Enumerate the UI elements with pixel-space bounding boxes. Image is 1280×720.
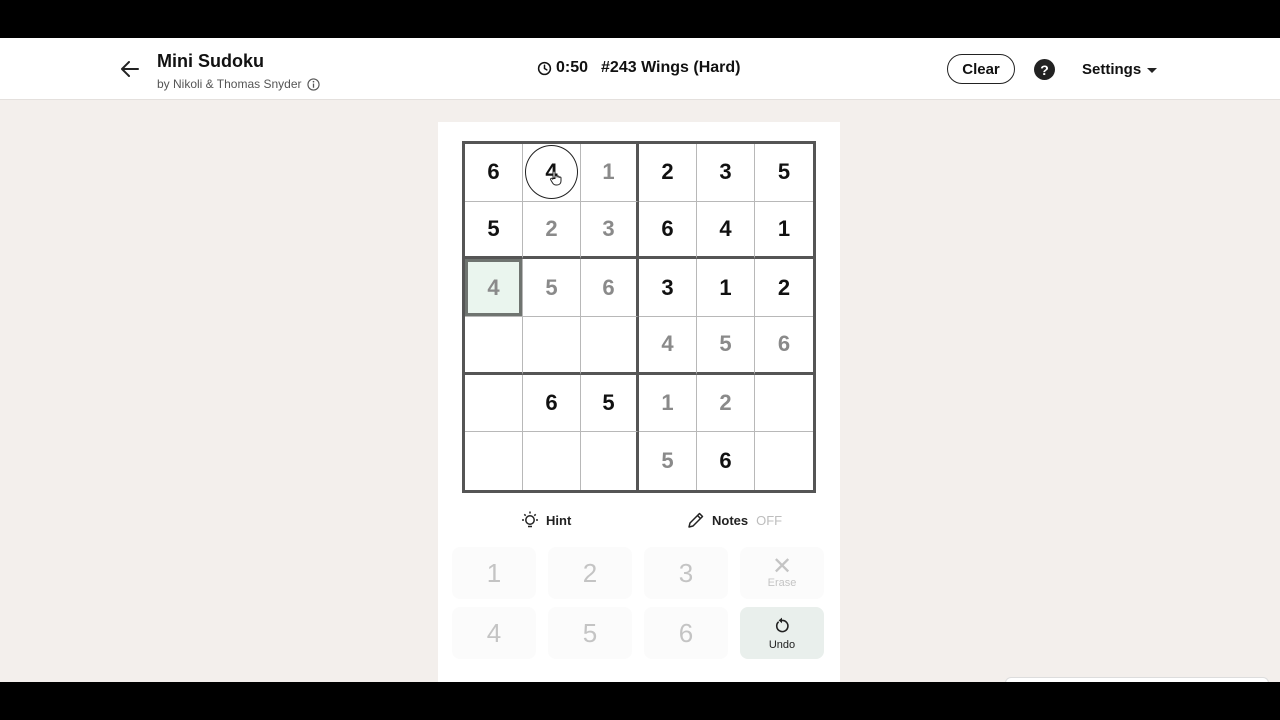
grid-cell-r5c2[interactable]: 6 xyxy=(523,374,581,433)
number-keypad: 1 2 3 ✕ Erase 4 5 6 Undo xyxy=(452,547,826,659)
grid-cell-r2c3[interactable]: 3 xyxy=(581,201,639,260)
grid-cell-r3c3[interactable]: 6 xyxy=(581,259,639,317)
timer: 0:50 xyxy=(556,59,589,76)
grid-cell-r5c5[interactable]: 2 xyxy=(697,374,755,433)
byline-text: by Nikoli & Thomas Snyder xyxy=(157,77,302,91)
grid-cell-r4c4[interactable]: 4 xyxy=(639,317,697,375)
key-3[interactable]: 3 xyxy=(644,547,728,599)
grid-cell-r1c2[interactable]: 4 xyxy=(523,144,581,202)
app: Mini Sudoku by Nikoli & Thomas Snyder 0:… xyxy=(0,38,1280,682)
page-title: Mini Sudoku xyxy=(157,51,264,71)
grid-cell-r3c2[interactable]: 5 xyxy=(523,259,581,317)
hand-pointer-icon xyxy=(550,170,562,186)
notes-state: OFF xyxy=(756,512,783,528)
grid-cell-r1c1[interactable]: 6 xyxy=(465,144,523,202)
key-5[interactable]: 5 xyxy=(548,607,632,659)
grid-cell-r4c2[interactable] xyxy=(523,317,581,375)
grid-cell-r3c4[interactable]: 3 xyxy=(639,259,697,317)
grid-cell-r5c3[interactable]: 5 xyxy=(581,374,639,433)
grid-cell-r4c5[interactable]: 5 xyxy=(697,317,755,375)
grid-cell-r6c4[interactable]: 5 xyxy=(639,432,697,490)
grid-cell-r5c6[interactable] xyxy=(755,375,813,433)
clock-icon xyxy=(537,61,552,75)
help-icon[interactable]: ? xyxy=(1034,59,1055,80)
notes-toggle[interactable]: Notes OFF xyxy=(686,510,782,530)
caret-down-icon xyxy=(1147,67,1158,73)
hint-button[interactable]: Hint xyxy=(520,510,571,530)
grid-cell-r4c1[interactable] xyxy=(465,317,523,375)
clear-button[interactable]: Clear xyxy=(947,54,1015,84)
notes-label: Notes xyxy=(712,512,749,528)
game-panel: 641235523641456312456651256 Hint Notes O… xyxy=(438,122,840,682)
erase-label: Erase xyxy=(767,577,797,589)
key-2[interactable]: 2 xyxy=(548,547,632,599)
settings-label: Settings xyxy=(1082,61,1142,78)
puzzle-name: #243 Wings (Hard) xyxy=(601,59,741,76)
key-4[interactable]: 4 xyxy=(452,607,536,659)
top-letterbox xyxy=(0,0,1280,38)
grid-cell-r4c6[interactable]: 6 xyxy=(755,317,813,375)
hint-label: Hint xyxy=(546,512,572,528)
grid-cell-r6c2[interactable] xyxy=(523,432,581,490)
grid-cell-r4c3[interactable] xyxy=(581,317,639,375)
grid-cell-r2c1[interactable]: 5 xyxy=(465,201,523,260)
pencil-icon xyxy=(688,512,704,528)
grid-cell-r6c1[interactable] xyxy=(465,432,523,490)
info-icon[interactable] xyxy=(306,77,320,91)
grid-cell-r3c5[interactable]: 1 xyxy=(697,259,755,317)
undo-label: Undo xyxy=(768,638,796,651)
grid-cell-r6c6[interactable] xyxy=(755,432,813,490)
grid-cell-r6c5[interactable]: 6 xyxy=(697,432,755,490)
sudoku-grid: 641235523641456312456651256 xyxy=(462,141,816,493)
back-button[interactable] xyxy=(116,55,144,83)
erase-button[interactable]: ✕ Erase xyxy=(740,547,824,599)
grid-cell-r1c4[interactable]: 2 xyxy=(639,144,697,202)
lightbulb-icon xyxy=(522,511,538,528)
arrow-left-icon xyxy=(121,61,139,77)
grid-cell-r5c1[interactable] xyxy=(465,374,523,433)
undo-button[interactable]: Undo xyxy=(740,607,824,659)
key-1[interactable]: 1 xyxy=(452,547,536,599)
tool-row: Hint Notes OFF xyxy=(438,510,840,534)
puzzle-info: 0:50 #243 Wings (Hard) xyxy=(537,59,740,77)
grid-cell-r1c6[interactable]: 5 xyxy=(755,144,813,202)
grid-cell-r1c5[interactable]: 3 xyxy=(697,144,755,202)
grid-cell-r5c4[interactable]: 1 xyxy=(639,374,697,433)
grid-cell-r1c3[interactable]: 1 xyxy=(581,144,639,202)
undo-icon xyxy=(775,617,789,632)
grid-cell-r2c6[interactable]: 1 xyxy=(755,202,813,260)
grid-cell-r3c6[interactable]: 2 xyxy=(755,259,813,317)
grid-cell-r2c4[interactable]: 6 xyxy=(639,201,697,260)
grid-cell-r2c5[interactable]: 4 xyxy=(697,201,755,260)
settings-dropdown[interactable]: Settings xyxy=(1082,61,1158,78)
key-6[interactable]: 6 xyxy=(644,607,728,659)
grid-cell-r3c1[interactable]: 4 xyxy=(465,259,523,317)
grid-cell-r6c3[interactable] xyxy=(581,432,639,490)
click-indicator-ring xyxy=(525,145,578,199)
bottom-letterbox xyxy=(0,682,1280,720)
grid-cell-r2c2[interactable]: 2 xyxy=(523,201,581,260)
byline: by Nikoli & Thomas Snyder xyxy=(157,77,320,91)
header: Mini Sudoku by Nikoli & Thomas Snyder 0:… xyxy=(0,38,1280,100)
close-icon: ✕ xyxy=(771,553,793,580)
